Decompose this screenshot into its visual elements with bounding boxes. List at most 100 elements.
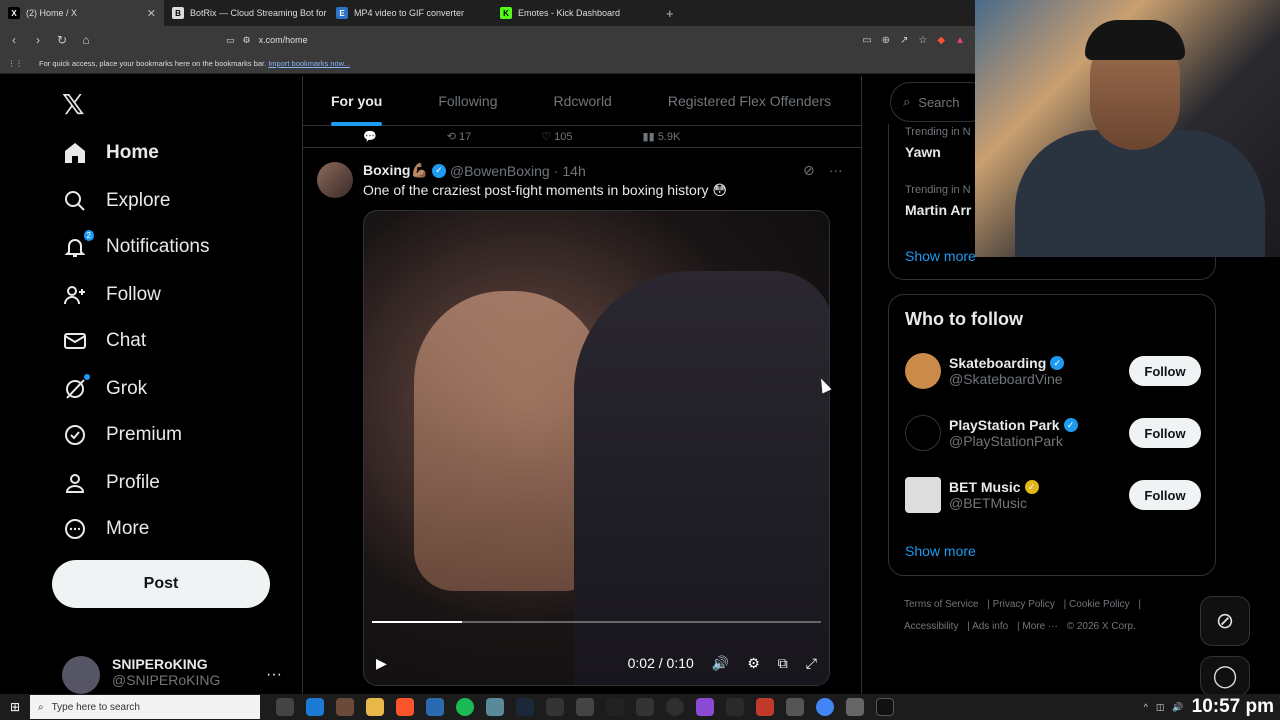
nav-premium[interactable]: Premium <box>62 422 182 448</box>
footer-link[interactable]: Terms of Service <box>904 599 978 610</box>
rewards-icon[interactable]: ▲ <box>955 35 965 46</box>
play-icon[interactable]: ▶ <box>376 655 387 672</box>
app-icon[interactable] <box>336 698 354 716</box>
suggestion-row[interactable]: BET Music ✓ @BETMusic Follow <box>905 475 1201 515</box>
post-button[interactable]: Post <box>52 560 270 608</box>
steam-icon[interactable] <box>516 698 534 716</box>
account-switcher[interactable]: SNIPERoKING @SNIPERoKING <box>62 656 220 694</box>
settings-icon[interactable]: ⚙ <box>747 655 760 672</box>
spotify-icon[interactable] <box>456 698 474 716</box>
nav-explore[interactable]: Explore <box>62 188 170 214</box>
app-icon[interactable] <box>726 698 744 716</box>
camera-icon[interactable] <box>546 698 564 716</box>
nav-follow[interactable]: Follow <box>62 282 161 308</box>
home-page-icon[interactable]: ⌂ <box>76 33 96 47</box>
tweet-time[interactable]: 14h <box>562 163 585 179</box>
footer-link[interactable]: Cookie Policy <box>1069 599 1130 610</box>
tab-rdcworld[interactable]: Rdcworld <box>525 76 639 126</box>
app-icon[interactable] <box>636 698 654 716</box>
new-tab-icon[interactable]: + <box>656 6 684 21</box>
show-more-trends[interactable]: Show more <box>905 248 976 264</box>
nav-home[interactable]: Home <box>62 140 159 166</box>
network-icon[interactable]: ◫ <box>1156 702 1165 713</box>
nav-more[interactable]: More <box>62 516 149 542</box>
trend-item[interactable]: Yawn <box>905 144 941 160</box>
show-more-suggestions[interactable]: Show more <box>905 543 976 559</box>
tweet-more-icon[interactable]: ··· <box>829 162 843 179</box>
tab-ezgif[interactable]: E MP4 video to GIF converter <box>328 0 492 26</box>
app-icon[interactable] <box>846 698 864 716</box>
footer-link[interactable]: Privacy Policy <box>993 599 1055 610</box>
close-tab-icon[interactable]: ✕ <box>147 7 156 20</box>
follow-button[interactable]: Follow <box>1129 480 1201 510</box>
site-info-icon[interactable]: ⚙ <box>243 35 251 46</box>
tray-chevron-icon[interactable]: ^ <box>1144 702 1148 712</box>
messages-floating-button[interactable]: ◯ <box>1200 656 1250 696</box>
grok-floating-button[interactable]: ⊘ <box>1200 596 1250 646</box>
epic-games-icon[interactable] <box>876 698 894 716</box>
brave-icon[interactable] <box>396 698 414 716</box>
volume-icon[interactable]: 🔊 <box>712 655 729 672</box>
taskbar-clock[interactable]: 10:57 pm <box>1192 696 1274 718</box>
grok-explain-icon[interactable]: ⊘ <box>803 162 815 179</box>
reload-icon[interactable]: ↻ <box>52 33 72 47</box>
task-view-icon[interactable] <box>276 698 294 716</box>
windows-start-icon[interactable]: ⊞ <box>0 700 30 714</box>
cast-icon[interactable]: ▭ <box>862 35 871 46</box>
tab-x-home[interactable]: X (2) Home / X ✕ <box>0 0 164 26</box>
footer-link[interactable]: Ads info <box>972 621 1008 632</box>
share-icon[interactable]: ↗ <box>900 35 908 46</box>
view-count[interactable]: ▮▮ 5.9K <box>643 130 681 143</box>
bookmark-icon[interactable]: ▭ <box>226 35 235 46</box>
tab-following[interactable]: Following <box>410 76 525 126</box>
x-logo-icon[interactable]: 𝕏 <box>62 88 85 121</box>
epic-games-icon[interactable] <box>606 698 624 716</box>
tweet-author-handle[interactable]: @BowenBoxing <box>450 163 550 179</box>
store-icon[interactable] <box>426 698 444 716</box>
apps-icon[interactable]: ⋮⋮ <box>8 59 23 68</box>
brave-shield-icon[interactable]: ◆ <box>937 35 945 46</box>
tab-for-you[interactable]: For you <box>303 76 410 126</box>
footer-link[interactable]: Accessibility <box>904 621 958 632</box>
volume-icon[interactable]: 🔊 <box>1172 702 1183 713</box>
zoom-icon[interactable]: ⊕ <box>882 35 890 46</box>
suggestion-row[interactable]: Skateboarding ✓ @SkateboardVine Follow <box>905 351 1201 391</box>
follow-button[interactable]: Follow <box>1129 356 1201 386</box>
fullscreen-icon[interactable]: ⤢ <box>806 655 817 672</box>
url-field[interactable]: x.com/home <box>259 35 308 45</box>
obs-icon[interactable] <box>666 698 684 716</box>
file-explorer-icon[interactable] <box>366 698 384 716</box>
app-icon[interactable] <box>696 698 714 716</box>
edge-icon[interactable] <box>306 698 324 716</box>
like-count[interactable]: ♡ 105 <box>541 130 572 143</box>
maps-icon[interactable] <box>756 698 774 716</box>
suggestion-row[interactable]: PlayStation Park ✓ @PlayStationPark Follo… <box>905 413 1201 453</box>
account-more-icon[interactable]: ··· <box>266 666 282 684</box>
settings-icon[interactable] <box>786 698 804 716</box>
tweet-video[interactable]: ▶ 0:02 / 0:10 🔊 ⚙ ⧉ ⤢ <box>363 210 830 686</box>
app-icon[interactable] <box>576 698 594 716</box>
tweet-avatar[interactable] <box>317 162 353 198</box>
bookmark-star-icon[interactable]: ☆ <box>918 35 927 46</box>
video-progress-bar[interactable] <box>372 621 821 623</box>
tab-registered-flex-offenders[interactable]: Registered Flex Offenders <box>640 76 859 126</box>
tab-botrix[interactable]: B BotRix — Cloud Streaming Bot for Tw <box>164 0 328 26</box>
reply-icon[interactable]: 💬 <box>363 130 377 143</box>
tweet-author-name[interactable]: Boxing💪🏽 <box>363 162 428 179</box>
taskbar-search-input[interactable]: ⌕ Type here to search <box>30 695 260 719</box>
nav-chat[interactable]: Chat <box>62 328 146 354</box>
import-bookmarks-link[interactable]: Import bookmarks now... <box>268 59 350 68</box>
nav-notifications[interactable]: 2 Notifications <box>62 230 210 260</box>
tab-kick[interactable]: K Emotes - Kick Dashboard <box>492 0 656 26</box>
retweet-count[interactable]: ⟲ 17 <box>447 130 472 143</box>
nav-profile[interactable]: Profile <box>62 470 160 496</box>
back-icon[interactable]: ‹ <box>4 33 24 47</box>
footer-link[interactable]: More ··· <box>1022 621 1058 632</box>
nav-grok[interactable]: Grok <box>62 374 147 402</box>
pip-icon[interactable]: ⧉ <box>778 655 788 672</box>
forward-icon[interactable]: › <box>28 33 48 47</box>
trend-item[interactable]: Martin Arr <box>905 202 971 218</box>
chrome-icon[interactable] <box>816 698 834 716</box>
follow-button[interactable]: Follow <box>1129 418 1201 448</box>
app-icon[interactable] <box>486 698 504 716</box>
